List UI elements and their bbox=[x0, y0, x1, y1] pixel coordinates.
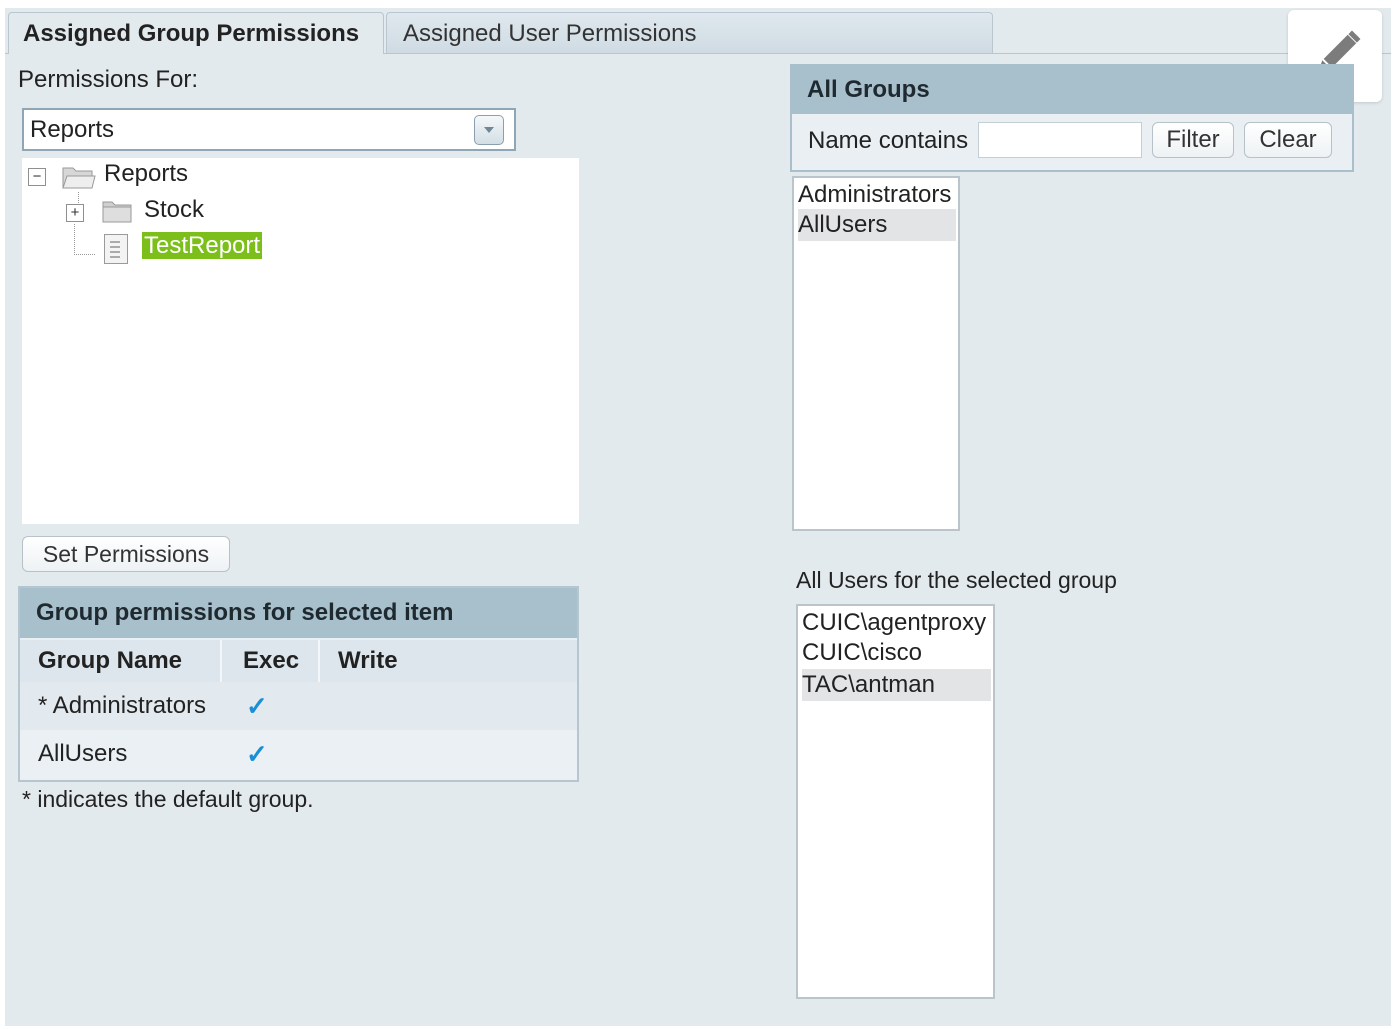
set-permissions-button[interactable]: Set Permissions bbox=[22, 536, 230, 572]
report-icon bbox=[104, 234, 128, 264]
column-group-name[interactable]: Group Name bbox=[38, 640, 182, 682]
users-list[interactable]: CUIC\agentproxy CUIC\cisco TAC\antman bbox=[796, 604, 995, 999]
column-exec[interactable]: Exec bbox=[243, 640, 299, 682]
tree-node-reports[interactable]: Reports bbox=[104, 160, 188, 188]
collapse-icon[interactable]: − bbox=[28, 168, 46, 186]
report-tree: − Reports + Stock TestReport bbox=[22, 158, 579, 524]
group-name-cell: AllUsers bbox=[38, 740, 128, 767]
filter-button[interactable]: Filter bbox=[1152, 122, 1234, 158]
list-item-user[interactable]: CUIC\cisco bbox=[802, 637, 991, 669]
column-write[interactable]: Write bbox=[338, 640, 398, 682]
folder-icon bbox=[62, 167, 96, 189]
default-group-footnote: * indicates the default group. bbox=[22, 786, 314, 812]
list-item-user[interactable]: TAC\antman bbox=[802, 669, 991, 701]
table-header: Group Name Exec Write bbox=[20, 640, 577, 682]
exec-check-icon: ✓ bbox=[246, 739, 268, 769]
permissions-for-select[interactable]: Reports bbox=[22, 108, 516, 151]
group-name-cell: * Administrators bbox=[38, 692, 207, 719]
tree-connector bbox=[74, 224, 95, 255]
users-list-label: All Users for the selected group bbox=[796, 567, 1117, 593]
tree-node-stock[interactable]: Stock bbox=[144, 196, 204, 224]
selected-item-label: TestReport bbox=[142, 232, 263, 259]
list-item-administrators[interactable]: Administrators bbox=[798, 179, 956, 211]
permissions-for-label: Permissions For: bbox=[18, 66, 199, 93]
tree-node-testreport[interactable]: TestReport bbox=[142, 232, 263, 260]
tab-assigned-group-permissions[interactable]: Assigned Group Permissions bbox=[8, 12, 384, 54]
select-value: Reports bbox=[30, 116, 115, 143]
list-item-allusers[interactable]: AllUsers bbox=[798, 209, 956, 241]
folder-icon bbox=[102, 201, 132, 223]
expand-icon[interactable]: + bbox=[66, 204, 84, 222]
clear-button[interactable]: Clear bbox=[1244, 122, 1332, 158]
exec-check-icon: ✓ bbox=[246, 691, 268, 721]
all-groups-list[interactable]: Administrators AllUsers bbox=[792, 176, 960, 531]
name-contains-input[interactable] bbox=[978, 122, 1142, 158]
tab-assigned-user-permissions[interactable]: Assigned User Permissions bbox=[386, 12, 993, 53]
all-groups-title: All Groups bbox=[792, 66, 1352, 114]
column-divider bbox=[220, 640, 222, 682]
group-permissions-title: Group permissions for selected item bbox=[20, 588, 577, 638]
chevron-down-icon[interactable] bbox=[474, 115, 504, 145]
list-item-user[interactable]: CUIC\agentproxy bbox=[802, 607, 991, 639]
table-row[interactable]: * Administrators ✓ bbox=[20, 682, 577, 730]
name-contains-label: Name contains bbox=[808, 127, 969, 154]
all-groups-panel: All Groups Name contains Filter Clear bbox=[790, 64, 1354, 172]
table-row[interactable]: AllUsers ✓ bbox=[20, 730, 577, 778]
column-divider bbox=[318, 640, 320, 682]
group-permissions-table: Group permissions for selected item Grou… bbox=[18, 586, 579, 782]
